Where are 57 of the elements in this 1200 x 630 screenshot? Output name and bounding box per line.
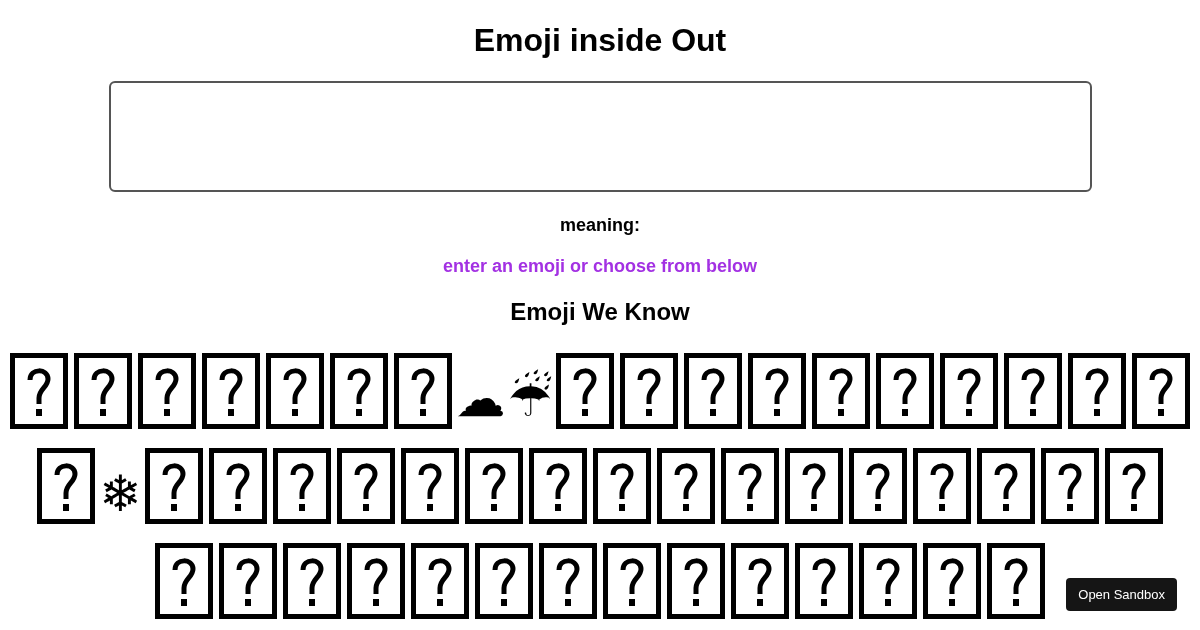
missing-glyph-icon[interactable] bbox=[137, 353, 196, 429]
missing-glyph-icon[interactable] bbox=[1068, 353, 1127, 429]
missing-glyph-icon[interactable] bbox=[976, 448, 1035, 524]
missing-glyph-icon[interactable] bbox=[795, 543, 853, 619]
missing-glyph-icon[interactable] bbox=[987, 543, 1045, 619]
missing-glyph-icon[interactable] bbox=[1104, 448, 1163, 524]
missing-glyph-icon[interactable] bbox=[859, 543, 917, 619]
missing-glyph-icon[interactable] bbox=[475, 543, 533, 619]
emoji-input-field[interactable] bbox=[108, 81, 1092, 192]
missing-glyph-icon[interactable] bbox=[528, 448, 587, 524]
missing-glyph-icon[interactable] bbox=[748, 353, 807, 429]
missing-glyph-icon[interactable] bbox=[684, 353, 743, 429]
missing-glyph-icon[interactable] bbox=[329, 353, 388, 429]
missing-glyph-icon[interactable] bbox=[620, 353, 679, 429]
missing-glyph-icon[interactable] bbox=[784, 448, 843, 524]
page-title: Emoji inside Out bbox=[473, 22, 727, 58]
missing-glyph-icon[interactable] bbox=[9, 353, 68, 429]
missing-glyph-icon[interactable] bbox=[923, 543, 981, 619]
missing-glyph-icon[interactable] bbox=[1004, 353, 1063, 429]
missing-glyph-icon[interactable] bbox=[656, 448, 715, 524]
missing-glyph-icon[interactable] bbox=[539, 543, 597, 619]
missing-glyph-icon[interactable] bbox=[219, 543, 277, 619]
emoji-glyph[interactable]: ☁ bbox=[455, 369, 506, 429]
emoji-glyph[interactable]: ☔ bbox=[507, 369, 553, 429]
missing-glyph-icon[interactable] bbox=[940, 353, 999, 429]
missing-glyph-icon[interactable] bbox=[1132, 353, 1191, 429]
missing-glyph-icon[interactable] bbox=[347, 543, 405, 619]
meaning-text: enter an emoji or choose from below bbox=[442, 255, 758, 277]
missing-glyph-icon[interactable] bbox=[336, 448, 395, 524]
emoji-glyph[interactable]: ❄ bbox=[99, 464, 141, 524]
missing-glyph-icon[interactable] bbox=[556, 353, 615, 429]
missing-glyph-icon[interactable] bbox=[731, 543, 789, 619]
missing-glyph-icon[interactable] bbox=[1040, 448, 1099, 524]
missing-glyph-icon[interactable] bbox=[912, 448, 971, 524]
missing-glyph-icon[interactable] bbox=[201, 353, 260, 429]
missing-glyph-icon[interactable] bbox=[667, 543, 725, 619]
missing-glyph-icon[interactable] bbox=[272, 448, 331, 524]
missing-glyph-icon[interactable] bbox=[876, 353, 935, 429]
missing-glyph-icon[interactable] bbox=[720, 448, 779, 524]
missing-glyph-icon[interactable] bbox=[283, 543, 341, 619]
missing-glyph-icon[interactable] bbox=[592, 448, 651, 524]
missing-glyph-icon[interactable] bbox=[393, 353, 452, 429]
missing-glyph-icon[interactable] bbox=[265, 353, 324, 429]
section-heading: Emoji We Know bbox=[510, 299, 690, 325]
missing-glyph-icon[interactable] bbox=[848, 448, 907, 524]
missing-glyph-icon[interactable] bbox=[208, 448, 267, 524]
missing-glyph-icon[interactable] bbox=[37, 448, 96, 524]
missing-glyph-icon[interactable] bbox=[411, 543, 469, 619]
missing-glyph-icon[interactable] bbox=[603, 543, 661, 619]
missing-glyph-icon[interactable] bbox=[464, 448, 523, 524]
open-sandbox-button[interactable]: Open Sandbox bbox=[1066, 578, 1177, 611]
missing-glyph-icon[interactable] bbox=[155, 543, 213, 619]
missing-glyph-icon[interactable] bbox=[400, 448, 459, 524]
missing-glyph-icon[interactable] bbox=[73, 353, 132, 429]
missing-glyph-icon[interactable] bbox=[812, 353, 871, 429]
meaning-label: meaning: bbox=[560, 214, 640, 236]
missing-glyph-icon[interactable] bbox=[144, 448, 203, 524]
